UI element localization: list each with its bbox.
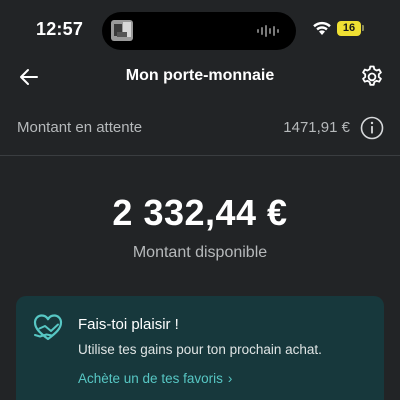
status-bar: 12:57 16 xyxy=(0,0,400,58)
divider xyxy=(0,155,400,156)
header: Mon porte-monnaie xyxy=(0,58,400,98)
pending-amount-value: 1471,91 € xyxy=(283,119,350,136)
chevron-right-icon: › xyxy=(227,371,233,386)
promo-text: Utilise tes gains pour ton prochain acha… xyxy=(78,342,322,357)
promo-card[interactable]: Fais-toi plaisir ! Utilise tes gains pou… xyxy=(16,296,384,400)
heart-icon xyxy=(33,314,63,341)
available-balance-amount: 2 332,44 € xyxy=(112,192,288,233)
promo-title: Fais-toi plaisir ! xyxy=(78,316,179,333)
status-time: 12:57 xyxy=(36,19,84,39)
battery-nub xyxy=(362,25,364,31)
audio-waveform-icon xyxy=(257,25,279,37)
page-title: Mon porte-monnaie xyxy=(125,67,275,84)
dynamic-island[interactable] xyxy=(102,12,296,50)
now-playing-artwork xyxy=(111,20,133,41)
gear-icon[interactable] xyxy=(358,63,386,91)
wifi-icon xyxy=(313,21,331,35)
battery-icon: 16 xyxy=(337,21,361,36)
shop-favorites-link[interactable]: Achète un de tes favoris › xyxy=(78,371,232,386)
available-balance-label: Montant disponible xyxy=(132,244,268,261)
pending-amount-row: Montant en attente 1471,91 € xyxy=(0,108,400,148)
shop-favorites-link-label: Achète un de tes favoris xyxy=(78,371,223,386)
pending-amount-label: Montant en attente xyxy=(17,119,143,136)
info-icon[interactable] xyxy=(359,115,385,141)
wallet-screen: 12:57 16 Mon porte-monnaie Montant en at… xyxy=(0,0,400,400)
